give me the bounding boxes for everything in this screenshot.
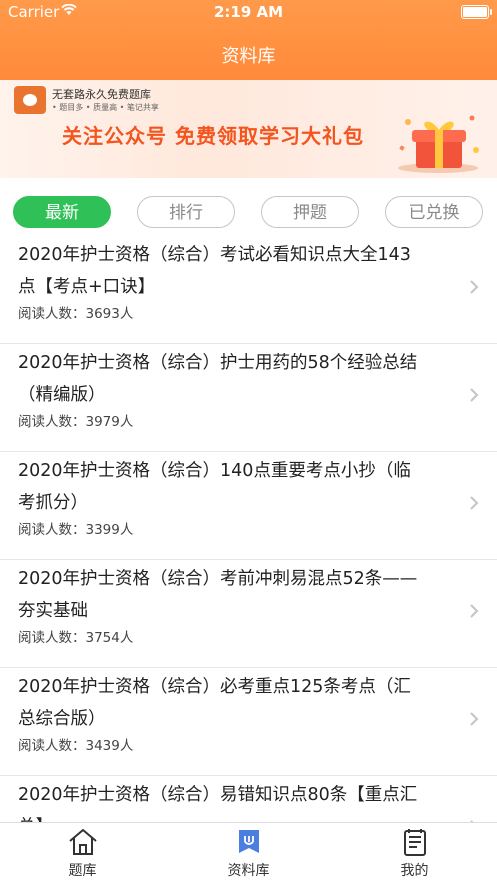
tab-predicted[interactable]: 押题 (261, 196, 359, 228)
item-title: 2020年护士资格（综合）护士用药的58个经验总结 （精编版） (18, 353, 418, 405)
home-icon (69, 829, 97, 855)
material-list: 2020年护士资格（综合）考试必看知识点大全143 点【考点+口诀】 阅读人数：3… (0, 236, 497, 822)
chevron-right-icon (470, 712, 479, 726)
item-read-count: 阅读人数：3439人 (18, 738, 134, 754)
page-title: 资料库 (221, 46, 276, 67)
list-item[interactable]: 2020年护士资格（综合）考试必看知识点大全143 点【考点+口诀】 阅读人数：3… (0, 236, 497, 344)
tabbar-label: 我的 (400, 863, 429, 879)
library-icon (239, 830, 259, 853)
list-item[interactable]: 2020年护士资格（综合）护士用药的58个经验总结 （精编版） 阅读人数：3979… (0, 344, 497, 452)
status-time: 2:19 AM (213, 3, 284, 21)
tab-redeemed[interactable]: 已兑换 (385, 196, 483, 228)
tabbar-label: 资料库 (227, 863, 270, 879)
chevron-right-icon (470, 496, 479, 510)
bottom-tab-bar: 题库 资料库 我的 (0, 822, 497, 884)
chevron-right-icon (470, 388, 479, 402)
gift-box-icon (398, 115, 479, 173)
tabbar-item-profile[interactable]: 我的 (332, 823, 497, 884)
chevron-right-icon (470, 280, 479, 294)
tabbar-item-question-bank[interactable]: 题库 (0, 823, 165, 884)
battery-icon (461, 5, 492, 19)
list-item[interactable]: 2020年护士资格（综合）必考重点125条考点（汇 总综合版） 阅读人数：3439… (0, 668, 497, 776)
banner-tags: • 题目多 • 质量高 • 笔记共享 (52, 103, 159, 112)
status-bar: Carrier 2:19 AM (0, 0, 497, 26)
list-item[interactable]: 2020年护士资格（综合）易错知识点80条【重点汇总】 (0, 776, 497, 822)
list-item[interactable]: 2020年护士资格（综合）140点重要考点小抄（临 考抓分） 阅读人数：3399人 (0, 452, 497, 560)
tab-latest[interactable]: 最新 (13, 196, 111, 228)
tabbar-item-library[interactable]: 资料库 (166, 823, 331, 884)
item-read-count: 阅读人数：3399人 (18, 522, 134, 538)
chevron-right-icon (470, 604, 479, 618)
nav-header: Carrier 2:19 AM 资料库 (0, 0, 497, 80)
item-title: 2020年护士资格（综合）考试必看知识点大全143 点【考点+口诀】 (18, 245, 411, 297)
item-title: 2020年护士资格（综合）考前冲刺易混点52条—— 夯实基础 (18, 569, 418, 621)
item-read-count: 阅读人数：3754人 (18, 630, 134, 646)
item-title: 2020年护士资格（综合）必考重点125条考点（汇 总综合版） (18, 677, 411, 729)
tab-ranking[interactable]: 排行 (137, 196, 235, 228)
app-logo-icon (14, 86, 46, 114)
item-read-count: 阅读人数：3979人 (18, 414, 134, 430)
profile-icon (404, 829, 426, 856)
item-title: 2020年护士资格（综合）易错知识点80条【重点汇总】 (18, 785, 418, 822)
banner-brand: 无套路永久免费题库 (52, 88, 151, 101)
item-title: 2020年护士资格（综合）140点重要考点小抄（临 考抓分） (18, 461, 411, 513)
list-item[interactable]: 2020年护士资格（综合）考前冲刺易混点52条—— 夯实基础 阅读人数：3754人 (0, 560, 497, 668)
promo-banner[interactable]: 无套路永久免费题库 • 题目多 • 质量高 • 笔记共享 关注公众号 免费领取学… (0, 80, 497, 178)
item-read-count: 阅读人数：3693人 (18, 306, 134, 322)
tabbar-label: 题库 (68, 863, 97, 879)
banner-slogan: 关注公众号 免费领取学习大礼包 (62, 124, 364, 148)
filter-tabs: 最新 排行 押题 已兑换 (0, 178, 497, 236)
